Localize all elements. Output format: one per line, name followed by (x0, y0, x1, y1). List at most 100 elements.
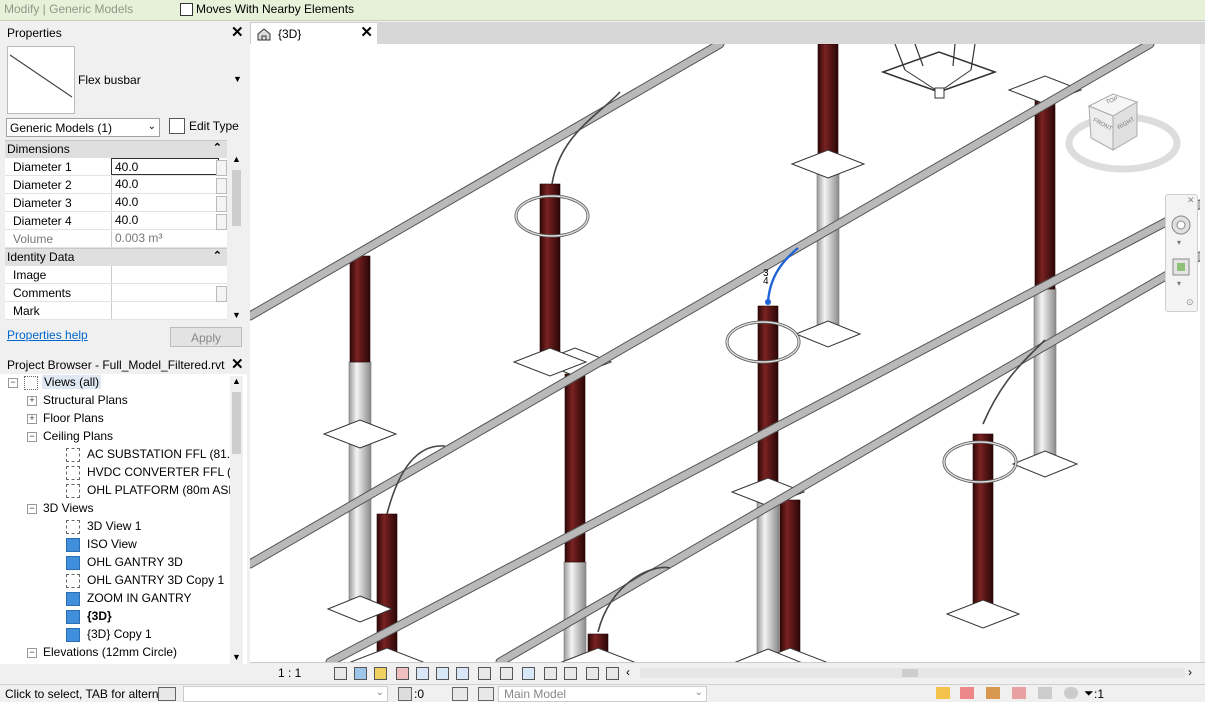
expand-icon[interactable]: + (27, 414, 37, 424)
zoom-icon[interactable] (1171, 257, 1191, 277)
properties-help-link[interactable]: Properties help (7, 328, 88, 342)
reveal-hidden-icon[interactable] (522, 667, 535, 680)
moves-with-nearby-checkbox[interactable] (180, 3, 193, 16)
base-plate[interactable] (790, 149, 866, 179)
param-button[interactable] (216, 160, 227, 176)
shadows-icon[interactable] (396, 667, 409, 680)
select-pinned-icon[interactable] (986, 687, 1000, 699)
view-cube-icon[interactable] (1065, 88, 1185, 188)
properties-scrollbar[interactable]: ▲ ▼ (230, 154, 243, 322)
browser-node[interactable]: {3D} Copy 1 (0, 626, 230, 644)
close-navbar-icon[interactable]: ✕ (1187, 195, 1195, 206)
close-browser-icon[interactable]: ✕ (231, 357, 244, 372)
close-properties-icon[interactable]: ✕ (231, 25, 244, 40)
scroll-up-icon[interactable]: ▲ (232, 154, 241, 164)
tab-3d-view[interactable]: {3D} ✕ (250, 22, 379, 45)
view-scale[interactable]: 1 : 1 (278, 666, 301, 680)
reveal-constraints-icon[interactable] (586, 667, 599, 680)
browser-node[interactable]: −3D Views (0, 500, 230, 518)
browser-node[interactable]: ISO View (0, 536, 230, 554)
browser-node[interactable]: + Structural Plans (0, 392, 230, 410)
collapse-icon[interactable]: − (27, 648, 37, 658)
param-button[interactable] (216, 178, 227, 194)
scroll-thumb[interactable] (232, 392, 241, 454)
gantry-tower[interactable] (875, 44, 1005, 104)
insulator[interactable] (757, 305, 779, 493)
worksets-icon[interactable] (158, 687, 176, 701)
browser-node[interactable]: − Elevations (12mm Circle) (0, 644, 230, 662)
param-button[interactable] (216, 214, 227, 230)
browser-scrollbar[interactable]: ▲ ▼ (230, 376, 243, 664)
3d-viewport[interactable]: 3 4 TOP FRONT RIGHT ✕ ▾ ▾ ⊙ (250, 44, 1200, 662)
lock-3d-view-icon[interactable] (478, 667, 491, 680)
scroll-up-icon[interactable]: ▲ (232, 376, 241, 386)
param-value-input[interactable]: 40.0 (111, 176, 219, 193)
highlight-displacement-icon[interactable] (564, 667, 577, 680)
param-value-input[interactable] (111, 284, 219, 301)
view-cube[interactable]: TOP FRONT RIGHT (1065, 88, 1185, 188)
support-column[interactable] (348, 361, 372, 610)
collapse-icon[interactable]: ⌃ (213, 141, 222, 154)
scroll-right-icon[interactable]: › (1188, 665, 1192, 679)
base-plate[interactable] (322, 419, 398, 449)
select-underlay-icon[interactable] (960, 687, 974, 699)
param-value-input[interactable]: 40.0 (111, 212, 219, 229)
param-value-input[interactable]: 40.0 (111, 158, 219, 175)
chevron-down-icon[interactable]: ▾ (1177, 238, 1181, 247)
browser-node[interactable]: − Views (all) (0, 374, 230, 392)
param-value-input[interactable] (111, 302, 219, 319)
edit-type-button[interactable]: Edit Type (189, 119, 239, 133)
collapse-icon[interactable]: − (8, 378, 18, 388)
browser-node[interactable]: OHL PLATFORM (80m ASL (0, 482, 230, 500)
base-plate[interactable] (945, 599, 1021, 629)
insulator[interactable] (349, 255, 371, 363)
group-dimensions[interactable]: Dimensions ⌃ (5, 140, 227, 158)
main-model-icon[interactable] (478, 687, 494, 701)
visual-style-icon[interactable] (354, 667, 367, 680)
type-selector-name[interactable]: Flex busbar (78, 73, 141, 87)
chevron-down-icon[interactable]: ▾ (1177, 279, 1181, 288)
busbar-pipe[interactable] (496, 252, 1200, 662)
design-options-icon[interactable] (452, 687, 468, 701)
busbar-pipe[interactable] (250, 44, 724, 320)
param-value-input[interactable]: 40.0 (111, 194, 219, 211)
select-by-face-icon[interactable] (1012, 687, 1026, 699)
browser-node[interactable]: − Ceiling Plans (0, 428, 230, 446)
param-value-input[interactable] (111, 266, 219, 283)
support-column[interactable] (816, 163, 840, 335)
browser-node[interactable]: {3D} (0, 608, 230, 626)
scroll-down-icon[interactable]: ▼ (232, 310, 241, 320)
scroll-thumb[interactable] (232, 170, 241, 226)
browser-node[interactable]: 3D View 1 (0, 518, 230, 536)
foundation-plate[interactable] (794, 320, 862, 348)
browser-node[interactable]: OHL GANTRY 3D (0, 554, 230, 572)
insulator[interactable] (1034, 99, 1056, 290)
type-selector-dropdown-icon[interactable]: ▼ (233, 74, 242, 84)
collapse-icon[interactable]: ⌃ (213, 249, 222, 262)
viewport-scrollbar[interactable] (1200, 44, 1205, 662)
background-process-icon[interactable] (1064, 687, 1078, 699)
selected-endpoint-grip[interactable] (765, 299, 771, 305)
browser-node[interactable]: + Floor Plans (0, 410, 230, 428)
sun-path-icon[interactable] (374, 667, 387, 680)
scroll-thumb[interactable] (902, 669, 918, 677)
insulator[interactable] (539, 183, 561, 363)
scroll-down-icon[interactable]: ▼ (232, 652, 241, 662)
crop-view-icon[interactable] (436, 667, 449, 680)
horizontal-scrollbar[interactable] (640, 668, 1185, 678)
navbar-options-icon[interactable]: ⊙ (1186, 297, 1194, 308)
selection-filter-dropdown[interactable]: Generic Models (1) ⌄ (6, 118, 160, 137)
insulator[interactable] (972, 433, 994, 615)
analytical-model-icon[interactable] (606, 667, 619, 680)
apply-button[interactable]: Apply (170, 327, 242, 347)
support-column[interactable] (1033, 288, 1057, 465)
substation-3d-model[interactable] (250, 44, 1200, 662)
edit-type-icon[interactable] (169, 118, 185, 134)
insulator[interactable] (817, 44, 839, 165)
browser-node[interactable]: ZOOM IN GANTRY (0, 590, 230, 608)
detail-level-icon[interactable] (334, 667, 347, 680)
browser-node[interactable]: HVDC CONVERTER FFL (83. (0, 464, 230, 482)
steering-wheel-icon[interactable] (1171, 215, 1191, 237)
param-button[interactable] (216, 196, 227, 212)
collapse-icon[interactable]: − (27, 432, 37, 442)
